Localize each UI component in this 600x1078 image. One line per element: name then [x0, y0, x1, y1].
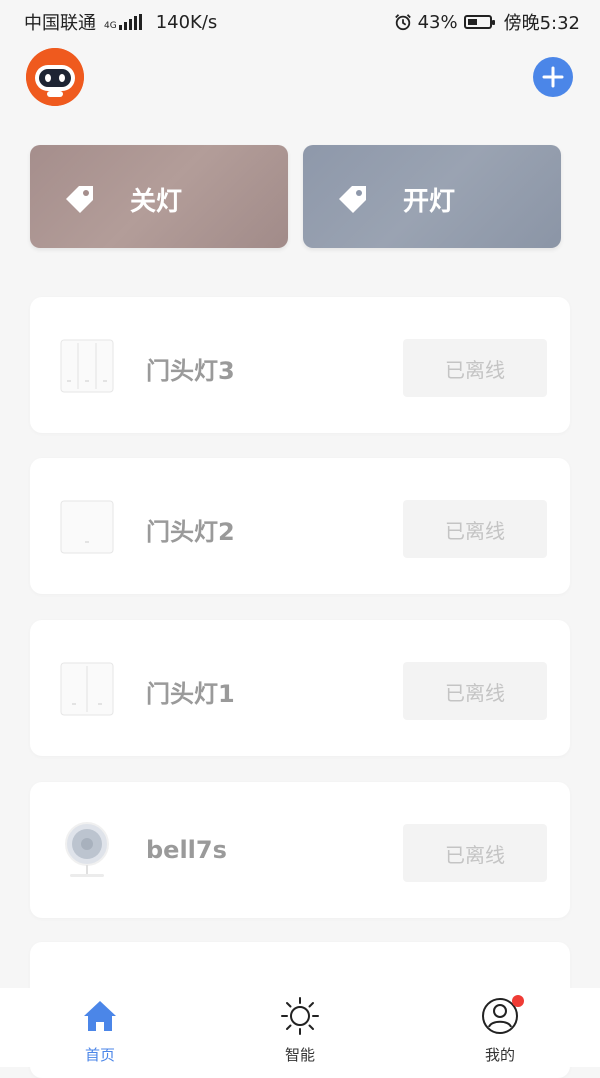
bottom-tab-bar: 首页 智能 我的	[0, 988, 600, 1067]
camera-doorbell-icon	[65, 822, 109, 877]
avatar[interactable]	[26, 48, 84, 106]
scene-lights-on-button[interactable]: 开灯	[303, 145, 561, 248]
network-type-label: 4G	[104, 21, 117, 31]
device-card[interactable]: 门头灯3 已离线	[30, 297, 570, 433]
tab-label: 首页	[84, 1046, 115, 1064]
tab-me[interactable]: 我的	[440, 988, 560, 1067]
status-bar-right: 43% 傍晚5:32	[394, 9, 580, 35]
scene-label: 关灯	[130, 187, 183, 217]
scene-label: 开灯	[403, 187, 456, 217]
alarm-icon	[394, 14, 411, 31]
robot-avatar-icon	[26, 48, 84, 106]
device-status-badge: 已离线	[403, 662, 547, 720]
device-card[interactable]: 门头灯1 已离线	[30, 620, 570, 756]
device-name: 门头灯3	[146, 357, 235, 385]
single-switch-icon	[60, 500, 114, 554]
status-bar-left: 中国联通 4G 140K/s	[24, 9, 217, 35]
tab-label: 智能	[284, 1046, 315, 1064]
tag-icon	[66, 186, 93, 213]
triple-switch-icon	[60, 339, 114, 393]
scene-lights-off-button[interactable]: 关灯	[30, 145, 288, 248]
net-speed-label: 140K/s	[155, 11, 218, 33]
clock-label: 傍晚5:32	[503, 13, 580, 34]
tab-label: 我的	[484, 1046, 515, 1064]
double-switch-icon	[60, 662, 114, 716]
sun-icon	[281, 997, 319, 1035]
battery-percent: 43%	[417, 11, 458, 33]
battery-icon	[463, 15, 495, 29]
tab-smart[interactable]: 智能	[240, 988, 360, 1067]
tab-home[interactable]: 首页	[40, 988, 160, 1067]
device-name: 门头灯2	[146, 518, 235, 546]
status-bar: 中国联通 4G 140K/s 43% 傍晚5:32	[0, 0, 600, 40]
device-status-badge: 已离线	[403, 500, 547, 558]
device-status-badge: 已离线	[403, 339, 547, 397]
notification-dot	[512, 995, 524, 1007]
signal-icon: 4G	[104, 14, 142, 31]
device-name: 门头灯1	[146, 680, 235, 708]
device-status-badge: 已离线	[403, 824, 547, 882]
add-button[interactable]	[533, 57, 573, 97]
device-card[interactable]: 门头灯2 已离线	[30, 458, 570, 594]
device-name: bell7s	[146, 836, 227, 864]
carrier-label: 中国联通	[24, 13, 96, 34]
tag-icon	[339, 186, 366, 213]
home-icon	[84, 1001, 116, 1031]
plus-icon	[542, 66, 564, 88]
device-card[interactable]: bell7s 已离线	[30, 782, 570, 918]
